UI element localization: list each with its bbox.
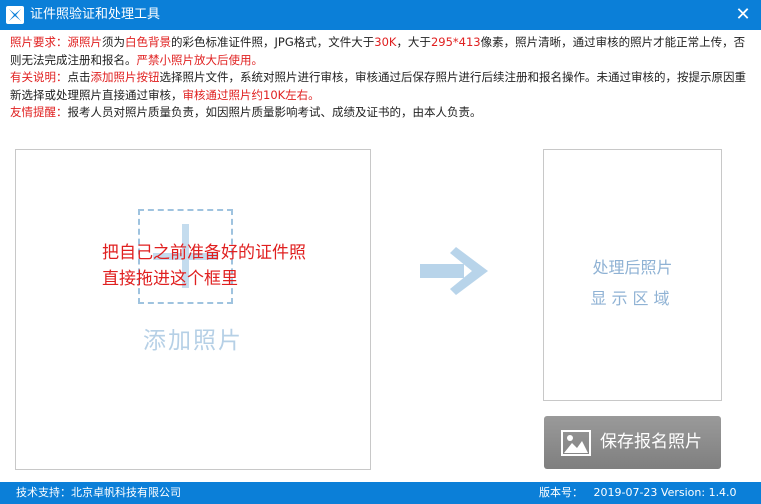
tips-paragraph: 友情提醒：报考人员对照片质量负责，如因照片质量影响考试、成绩及证书的，由本人负责… <box>10 104 755 122</box>
processed-photo-area: 处理后照片 显示区域 <box>543 149 722 401</box>
requirements-label: 照片要求： <box>10 35 68 49</box>
drag-hint-line1: 把自己之前准备好的证件照 <box>102 243 306 263</box>
req-text: ，大于 <box>396 35 431 49</box>
req-size: 30K <box>374 35 397 49</box>
photo-upload-area[interactable]: 把自己之前准备好的证件照 直接拖进这个框里 添加照片 <box>15 149 371 470</box>
req-white-bg: 白色背景 <box>125 35 171 49</box>
note-size: 审核通过照片约10K左右。 <box>182 87 320 102</box>
requirements-paragraph: 照片要求：源照片须为白色背景的彩色标准证件照，JPG格式，文件大于30K，大于2… <box>10 34 755 69</box>
notes-paragraph: 有关说明：点击添加照片按钮选择照片文件，系统对照片进行审核，审核通过后保存照片进… <box>10 69 755 104</box>
note-add-button-ref: 添加照片按钮 <box>90 70 160 84</box>
image-icon <box>561 430 591 460</box>
app-logo-icon <box>6 6 24 24</box>
close-button[interactable]: ✕ <box>731 3 755 27</box>
version-text: 版本号： 2019-07-23 Version: 1.4.0 <box>539 486 737 499</box>
arrow-right-icon <box>420 245 490 301</box>
window-title: 证件照验证和处理工具 <box>30 7 161 22</box>
req-text: 的彩色标准证件照，JPG格式，文件大于 <box>171 35 375 49</box>
result-line1: 处理后照片 <box>592 258 673 277</box>
result-line2: 显示区域 <box>590 289 675 308</box>
notes-label: 有关说明： <box>10 70 68 84</box>
req-text: 须为 <box>102 35 125 49</box>
req-dimensions: 295*413 <box>430 35 481 49</box>
title-bar: 证件照验证和处理工具 ✕ <box>0 0 761 30</box>
tips-label: 友情提醒： <box>10 105 68 119</box>
drag-hint: 把自己之前准备好的证件照 直接拖进这个框里 <box>102 240 362 292</box>
instructions-panel: 照片要求：源照片须为白色背景的彩色标准证件照，JPG格式，文件大于30K，大于2… <box>10 34 755 122</box>
drag-hint-line2: 直接拖进这个框里 <box>102 269 238 289</box>
save-button-label: 保存报名照片 <box>600 432 702 452</box>
tech-support-text: 技术支持：北京卓帆科技有限公司 <box>16 486 181 499</box>
tip-text: 报考人员对照片质量负责，如因照片质量影响考试、成绩及证书的，由本人负责。 <box>67 105 482 119</box>
status-bar: 技术支持：北京卓帆科技有限公司 版本号： 2019-07-23 Version:… <box>0 482 761 504</box>
note-text: 点击 <box>67 70 91 84</box>
result-placeholder: 处理后照片 显示区域 <box>544 252 721 314</box>
req-source: 源照片 <box>67 35 103 49</box>
save-photo-button[interactable]: 保存报名照片 <box>544 416 721 469</box>
add-photo-label: 添加照片 <box>143 328 243 354</box>
close-icon: ✕ <box>735 4 751 25</box>
req-warning: 严禁小照片放大后使用。 <box>136 52 264 67</box>
